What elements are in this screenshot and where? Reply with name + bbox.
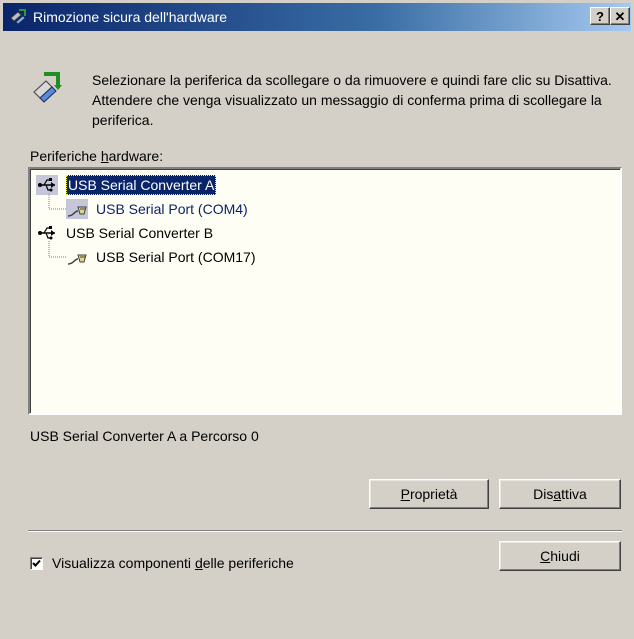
device-usb-serial-converter-a[interactable]: USB Serial Converter A bbox=[66, 175, 217, 195]
hardware-list-label: Periferiche hardware: bbox=[30, 148, 164, 164]
close-button[interactable]: Chiudi bbox=[499, 541, 621, 571]
disable-button[interactable]: Disattiva bbox=[499, 479, 621, 509]
usb-plug-icon bbox=[36, 175, 58, 195]
show-components-label[interactable]: Visualizza componenti delle periferiche bbox=[52, 555, 294, 571]
show-components-checkbox[interactable] bbox=[30, 557, 43, 570]
window-title: Rimozione sicura dell'hardware bbox=[33, 9, 228, 25]
device-usb-serial-port-com4[interactable]: USB Serial Port (COM4) bbox=[96, 199, 248, 219]
checkmark-icon bbox=[32, 559, 41, 567]
usb-plug-icon bbox=[38, 226, 55, 240]
device-usb-serial-port-com17[interactable]: USB Serial Port (COM17) bbox=[96, 247, 255, 267]
safely-remove-hardware-icon bbox=[10, 9, 26, 25]
title-bar[interactable]: Rimozione sicura dell'hardware ? ✕ bbox=[3, 3, 631, 31]
serial-port-icon bbox=[66, 199, 88, 219]
hardware-devices-tree[interactable]: USB Serial Converter A USB Serial Port (… bbox=[28, 167, 622, 415]
safely-remove-hardware-dialog: Rimozione sicura dell'hardware ? ✕ Selez… bbox=[0, 0, 634, 639]
instructions-text: Selezionare la periferica da scollegare … bbox=[92, 72, 612, 128]
close-window-button[interactable]: ✕ bbox=[610, 7, 630, 25]
device-usb-serial-converter-b[interactable]: USB Serial Converter B bbox=[66, 223, 213, 243]
help-button[interactable]: ? bbox=[590, 7, 610, 25]
device-location-text: USB Serial Converter A a Percorso 0 bbox=[30, 428, 259, 444]
separator-line bbox=[28, 530, 622, 532]
properties-button[interactable]: Proprietà bbox=[369, 479, 489, 509]
safely-remove-hardware-icon bbox=[33, 72, 62, 103]
serial-port-icon bbox=[67, 254, 87, 265]
